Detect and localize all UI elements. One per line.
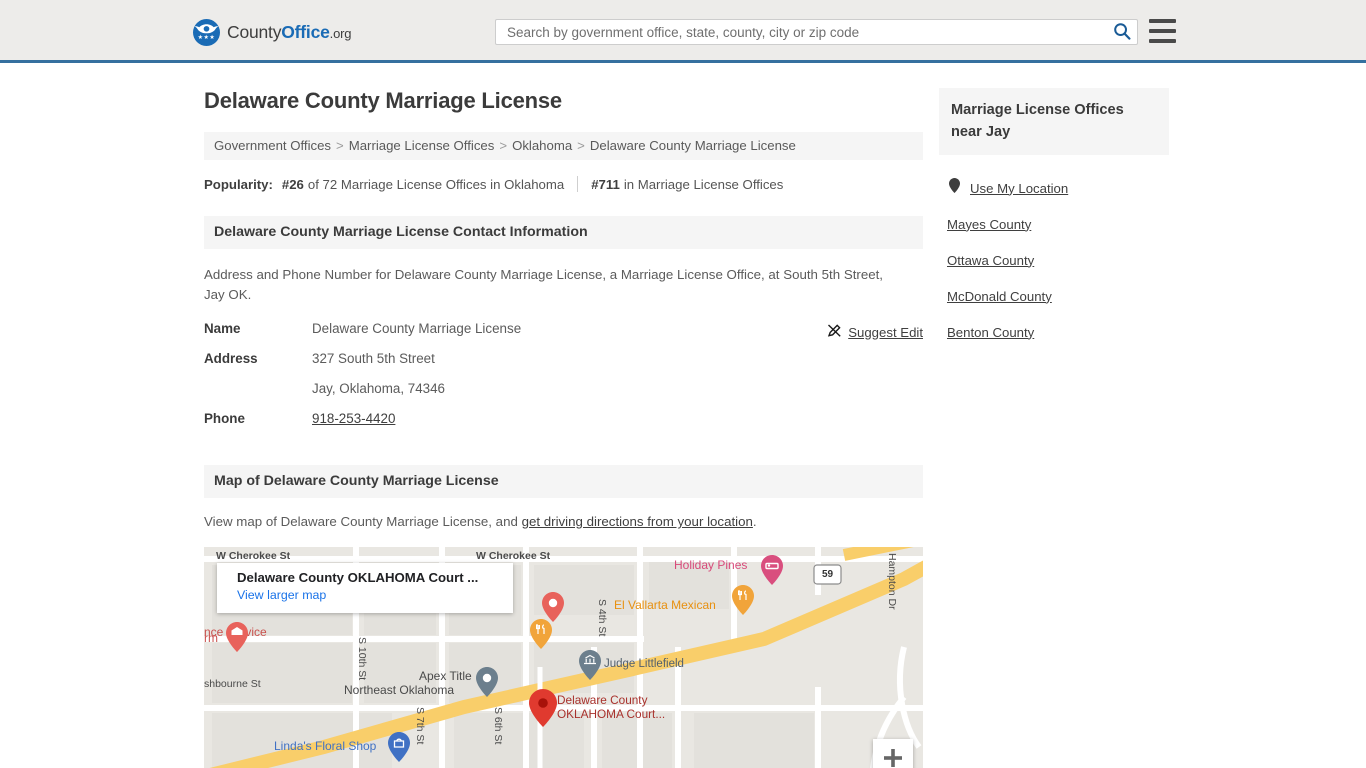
map-pin-judge-littlefield[interactable] bbox=[579, 650, 601, 680]
phone-link[interactable]: 918-253-4420 bbox=[312, 411, 395, 426]
map-desc-suffix: . bbox=[752, 514, 757, 529]
search-button[interactable] bbox=[1111, 22, 1133, 42]
map-pin-icon bbox=[949, 178, 960, 198]
map-section-description: View map of Delaware County Marriage Lic… bbox=[204, 514, 923, 529]
detail-key: Address bbox=[204, 351, 258, 366]
detail-key: Name bbox=[204, 321, 241, 336]
menu-bar-2 bbox=[1149, 29, 1176, 33]
sidebar-item-mayes-county[interactable]: Mayes County bbox=[939, 206, 1169, 242]
menu-bar-1 bbox=[1149, 19, 1176, 23]
breadcrumb-separator: > bbox=[336, 138, 344, 153]
map-embed[interactable]: 59 W Cherokee St W Cherokee St S 10th St… bbox=[204, 547, 923, 768]
breadcrumb: Government Offices > Marriage License Offi… bbox=[204, 132, 923, 160]
map-pin-farm[interactable] bbox=[226, 622, 248, 652]
edit-pencil-icon bbox=[827, 323, 842, 341]
search-icon bbox=[1113, 23, 1131, 43]
logo-text-county: County bbox=[227, 22, 282, 42]
logo-stars: ★★★ bbox=[197, 35, 216, 41]
map-desc-prefix: View map of Delaware County Marriage Lic… bbox=[204, 514, 522, 529]
map-pin-holiday-pines[interactable] bbox=[761, 555, 783, 585]
sidebar-item-mcdonald-county[interactable]: McDonald County bbox=[939, 278, 1169, 314]
map-info-card-title: Delaware County OKLAHOMA Court ... bbox=[237, 570, 479, 585]
detail-row-name: Name Delaware County Marriage License bbox=[204, 321, 923, 351]
popularity-national-suffix: in Marriage License Offices bbox=[623, 176, 784, 192]
map-pin-restaurant[interactable] bbox=[530, 619, 552, 649]
popularity-divider bbox=[577, 176, 579, 192]
map-pin-el-vallarta-mexican[interactable] bbox=[732, 585, 754, 615]
view-larger-map-link[interactable]: View larger map bbox=[237, 588, 501, 602]
logo-text-office: Office bbox=[281, 22, 330, 42]
site-header: ★★★ CountyOffice.org bbox=[0, 0, 1366, 63]
suggest-edit-label: Suggest Edit bbox=[848, 324, 923, 340]
popularity-state-suffix: of 72 Marriage License Offices in Oklaho… bbox=[307, 176, 565, 192]
map-info-card[interactable]: Delaware County OKLAHOMA Court ... View … bbox=[217, 563, 513, 613]
detail-row-address: Address 327 South 5th Street bbox=[204, 351, 923, 381]
main-content-column: Delaware County Marriage License Governm… bbox=[204, 88, 923, 768]
map-pin-delaware-county-main[interactable] bbox=[529, 689, 557, 727]
search-input[interactable] bbox=[505, 20, 1095, 44]
popularity-state-rank: #26 bbox=[281, 176, 304, 192]
sidebar-link-use-my-location[interactable]: Use My Location bbox=[970, 181, 1068, 196]
page-title: Delaware County Marriage License bbox=[204, 88, 562, 113]
sidebar: Marriage License Offices near Jay Use My… bbox=[939, 88, 1169, 350]
detail-key: Phone bbox=[204, 411, 245, 426]
sidebar-link-mayes-county[interactable]: Mayes County bbox=[947, 217, 1031, 232]
sidebar-item-benton-county[interactable]: Benton County bbox=[939, 314, 1169, 350]
breadcrumb-item-current: Delaware County Marriage License bbox=[589, 138, 796, 153]
map-pin-apex-title[interactable] bbox=[476, 667, 498, 697]
eagle-shield-icon: ★★★ bbox=[193, 19, 220, 46]
site-logo[interactable]: ★★★ CountyOffice.org bbox=[193, 19, 351, 46]
detail-value: Jay, Oklahoma, 74346 bbox=[312, 381, 445, 396]
suggest-edit-link[interactable]: Suggest Edit bbox=[827, 323, 923, 341]
driving-directions-link[interactable]: get driving directions from your locatio… bbox=[522, 514, 753, 529]
breadcrumb-separator: > bbox=[499, 138, 508, 153]
sidebar-list: Use My Location Mayes County Ottawa Coun… bbox=[939, 170, 1169, 350]
search-box[interactable] bbox=[495, 19, 1138, 45]
sidebar-item-use-my-location[interactable]: Use My Location bbox=[939, 170, 1169, 206]
breadcrumb-separator: > bbox=[577, 138, 585, 153]
map-section-heading: Map of Delaware County Marriage License bbox=[204, 465, 923, 498]
popularity-national-rank: #711 bbox=[591, 176, 620, 192]
popularity-label: Popularity: bbox=[204, 176, 273, 192]
breadcrumb-item-marriage-license-offices[interactable]: Marriage License Offices bbox=[349, 138, 495, 153]
detail-value: Delaware County Marriage License bbox=[312, 321, 522, 336]
menu-bar-3 bbox=[1149, 39, 1176, 43]
plus-icon bbox=[882, 747, 904, 768]
map-pin-insurance-service[interactable] bbox=[542, 592, 564, 622]
logo-text-org: .org bbox=[329, 26, 352, 41]
contact-detail-table: Suggest Edit Name Delaware County Marria… bbox=[204, 321, 923, 441]
detail-row-city-state-zip: Jay, Oklahoma, 74346 bbox=[204, 381, 923, 411]
sidebar-link-ottawa-county[interactable]: Ottawa County bbox=[947, 253, 1034, 268]
hamburger-menu-icon[interactable] bbox=[1149, 19, 1176, 43]
detail-value: 327 South 5th Street bbox=[312, 351, 435, 366]
sidebar-link-mcdonald-county[interactable]: McDonald County bbox=[947, 289, 1052, 304]
breadcrumb-item-government-offices[interactable]: Government Offices bbox=[214, 138, 331, 153]
sidebar-item-ottawa-county[interactable]: Ottawa County bbox=[939, 242, 1169, 278]
map-zoom-in-button[interactable] bbox=[873, 739, 913, 768]
popularity-row: Popularity: #26 of 72 Marriage License O… bbox=[204, 176, 923, 192]
sidebar-link-benton-county[interactable]: Benton County bbox=[947, 325, 1034, 340]
map-pin-lindas-floral-shop[interactable] bbox=[388, 732, 410, 762]
detail-row-phone: Phone 918-253-4420 bbox=[204, 411, 923, 441]
contact-section-heading: Delaware County Marriage License Contact… bbox=[204, 216, 923, 249]
sidebar-heading: Marriage License Offices near Jay bbox=[939, 88, 1169, 155]
contact-section-description: Address and Phone Number for Delaware Co… bbox=[204, 267, 883, 302]
breadcrumb-item-oklahoma[interactable]: Oklahoma bbox=[512, 138, 572, 153]
